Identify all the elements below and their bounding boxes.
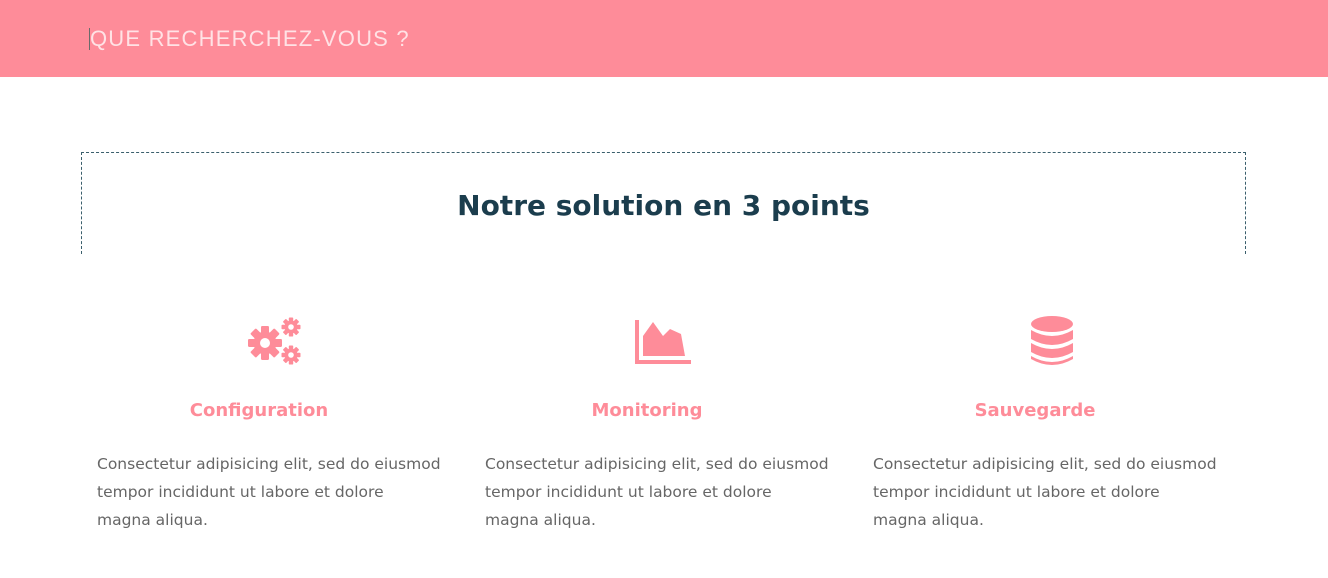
search-input[interactable] bbox=[88, 22, 990, 56]
feature-title: Monitoring bbox=[591, 400, 703, 421]
section-title: Notre solution en 3 points bbox=[457, 189, 870, 222]
feature-title: Configuration bbox=[189, 400, 329, 421]
text-caret bbox=[89, 28, 90, 50]
database-icon bbox=[1031, 316, 1073, 365]
section-title-box: Notre solution en 3 points bbox=[81, 152, 1246, 254]
feature-description: Consectetur adipisicing elit, sed do eiu… bbox=[485, 455, 829, 529]
feature-title: Sauvegarde bbox=[974, 400, 1096, 421]
area-chart-icon bbox=[635, 320, 691, 364]
search-bar bbox=[0, 0, 1328, 77]
feature-description: Consectetur adipisicing elit, sed do eiu… bbox=[873, 455, 1217, 529]
feature-description: Consectetur adipisicing elit, sed do eiu… bbox=[97, 455, 441, 529]
gears-icon bbox=[248, 317, 301, 365]
